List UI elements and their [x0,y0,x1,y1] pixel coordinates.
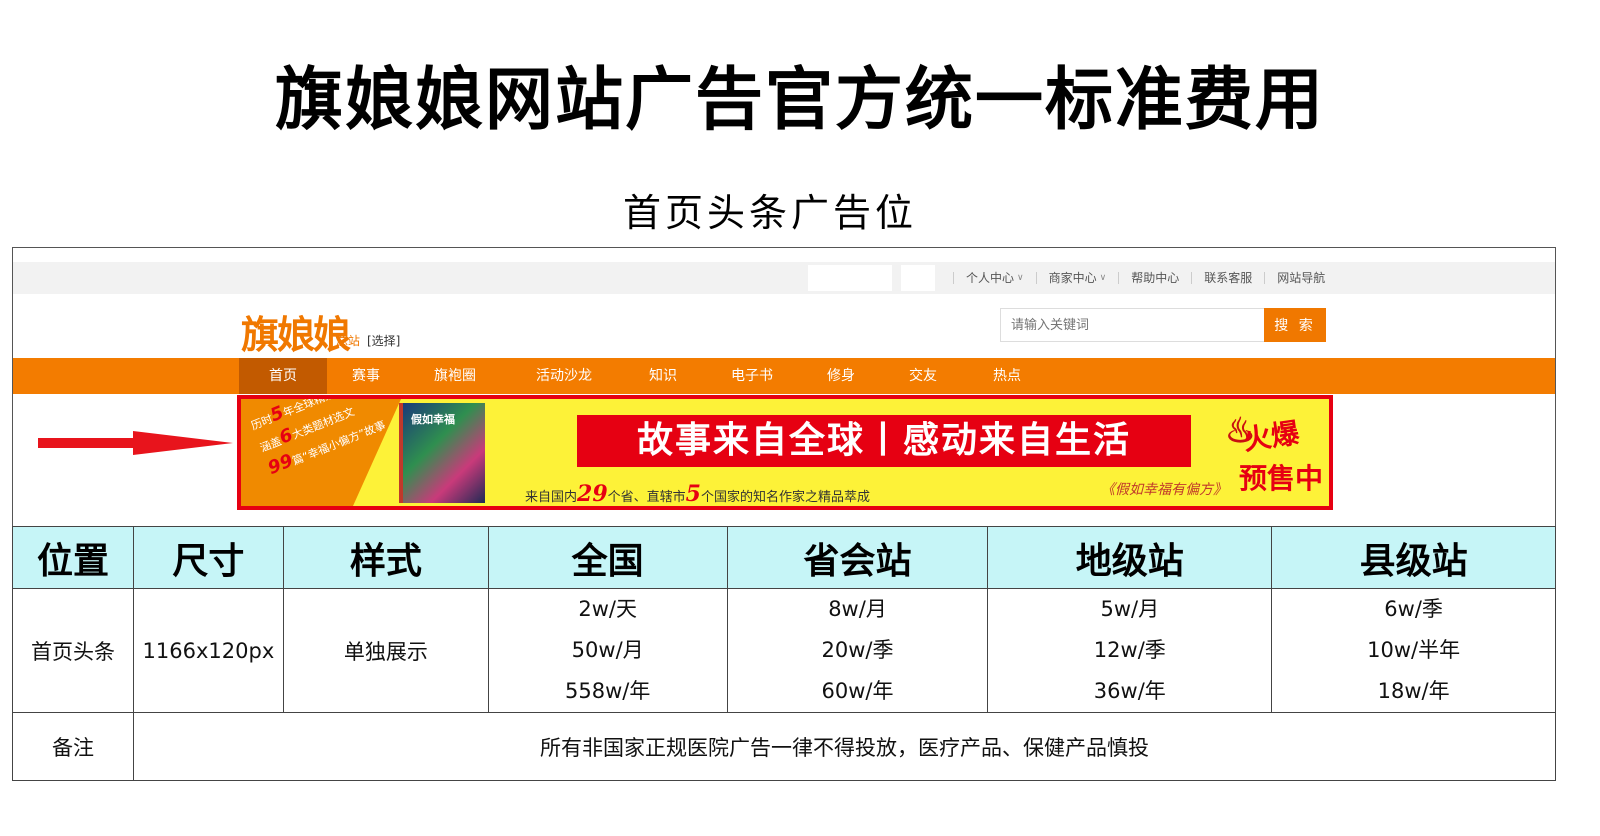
price-item: 60w/年 [821,679,894,703]
website-preview: 个人中心∨商家中心∨帮助中心联系客服网站导航 旗娘娘 总站 [选择] 搜 索 首… [12,247,1556,527]
red-arrow-icon [38,431,233,455]
nav-item[interactable]: 热点 [965,358,1049,394]
price-item: 12w/季 [1093,638,1166,662]
nav-item[interactable]: 修身 [801,358,881,394]
table-note-row: 备注 所有非国家正规医院广告一律不得投放，医疗产品、保健产品慎投 [12,712,1557,781]
search-button[interactable]: 搜 索 [1264,308,1326,342]
topbar-links: 个人中心 ∨ 商家中心 ∨ 帮助中心 联系客服 网站导航 [953,262,1337,294]
price-item: 5w/月 [1100,597,1160,621]
header-style: 样式 [282,526,489,589]
price-item: 10w/半年 [1367,638,1461,662]
header-position: 位置 [12,526,134,589]
book-cover-image: 假如幸福 [399,403,485,503]
search-input[interactable] [1000,308,1265,342]
logo-subtitle: 总站 [336,334,361,348]
header-size: 尺寸 [132,526,284,589]
banner-book-name: 《假如幸福有偏方》 [1101,482,1227,498]
topbar-link[interactable]: 网站导航 [1264,272,1337,284]
presale-badge: ♨ 火爆 预售中 [1225,405,1325,505]
cell-prefecture: 5w/月 12w/季 36w/年 [987,588,1273,713]
table-row: 首页头条 1166x120px 单独展示 2w/天 50w/月 558w/年 8… [12,588,1556,713]
book-cover-title: 假如幸福 [411,413,455,426]
nav-item[interactable]: 活动沙龙 [505,358,623,394]
chevron-down-icon: ∨ [1099,273,1107,283]
cell-provincial: 8w/月 20w/季 60w/年 [726,588,989,713]
cell-position: 首页头条 [12,588,134,713]
cell-style: 单独展示 [282,588,489,713]
price-item: 20w/季 [821,638,894,662]
nav-item[interactable]: 赛事 [327,358,405,394]
topbar-link[interactable]: 联系客服 [1191,272,1264,284]
nav-item[interactable]: 电子书 [703,358,801,394]
topbar-placeholder [901,265,935,291]
badge-text-hot: 火爆 [1241,416,1302,457]
banner-tagline: 来自国内29个省、直辖市5个国家的知名作家之精品萃成 [525,481,870,507]
note-label: 备注 [12,712,134,781]
topbar-placeholder [808,265,892,291]
header-prefecture: 地级站 [987,526,1273,589]
site-logo[interactable]: 旗娘娘 [241,304,351,359]
nav-item[interactable]: 交友 [881,358,965,394]
price-item: 36w/年 [1093,679,1166,703]
cell-size: 1166x120px [132,588,284,713]
note-text: 所有非国家正规医院广告一律不得投放，医疗产品、保健产品慎投 [132,712,1557,781]
headline-ad-banner[interactable]: 历时5年全球精选 涵盖6大类题材选文 99篇“幸福小偏方”故事 假如幸福 故事来… [237,395,1333,510]
price-item: 6w/季 [1384,597,1443,621]
table-header-row: 位置 尺寸 样式 全国 省会站 地级站 县级站 [12,526,1556,589]
city-select-link[interactable]: [选择] [367,332,400,349]
cell-county: 6w/季 10w/半年 18w/年 [1271,588,1556,713]
section-subtitle: 首页头条广告位 [622,191,917,235]
header-provincial: 省会站 [726,526,989,589]
topbar-link[interactable]: 商家中心 ∨ [1035,272,1119,284]
main-nav: 首页 赛事 旗袍圈 活动沙龙 知识 电子书 修身 交友 热点 [13,358,1555,394]
nav-item[interactable]: 首页 [239,358,327,394]
nav-item[interactable]: 知识 [623,358,703,394]
cell-national: 2w/天 50w/月 558w/年 [487,588,728,713]
price-item: 558w/年 [565,679,651,703]
badge-text-presale: 预售中 [1239,462,1324,495]
top-bar: 个人中心 ∨ 商家中心 ∨ 帮助中心 联系客服 网站导航 [13,262,1555,294]
price-item: 18w/年 [1377,679,1450,703]
price-item: 50w/月 [571,638,644,662]
banner-headline: 故事来自全球丨感动来自生活 [577,415,1191,467]
chevron-down-icon: ∨ [1017,273,1024,283]
price-item: 2w/天 [578,597,637,621]
header-county: 县级站 [1271,526,1556,589]
topbar-link[interactable]: 帮助中心 [1118,272,1191,284]
topbar-link[interactable]: 个人中心 ∨ [953,272,1036,284]
pricing-table: 位置 尺寸 样式 全国 省会站 地级站 县级站 首页头条 1166x120px … [12,526,1557,781]
nav-item[interactable]: 旗袍圈 [405,358,505,394]
price-item: 8w/月 [828,597,887,621]
page-title: 旗娘娘网站广告官方统一标准费用 [274,60,1325,140]
header-national: 全国 [487,526,728,589]
